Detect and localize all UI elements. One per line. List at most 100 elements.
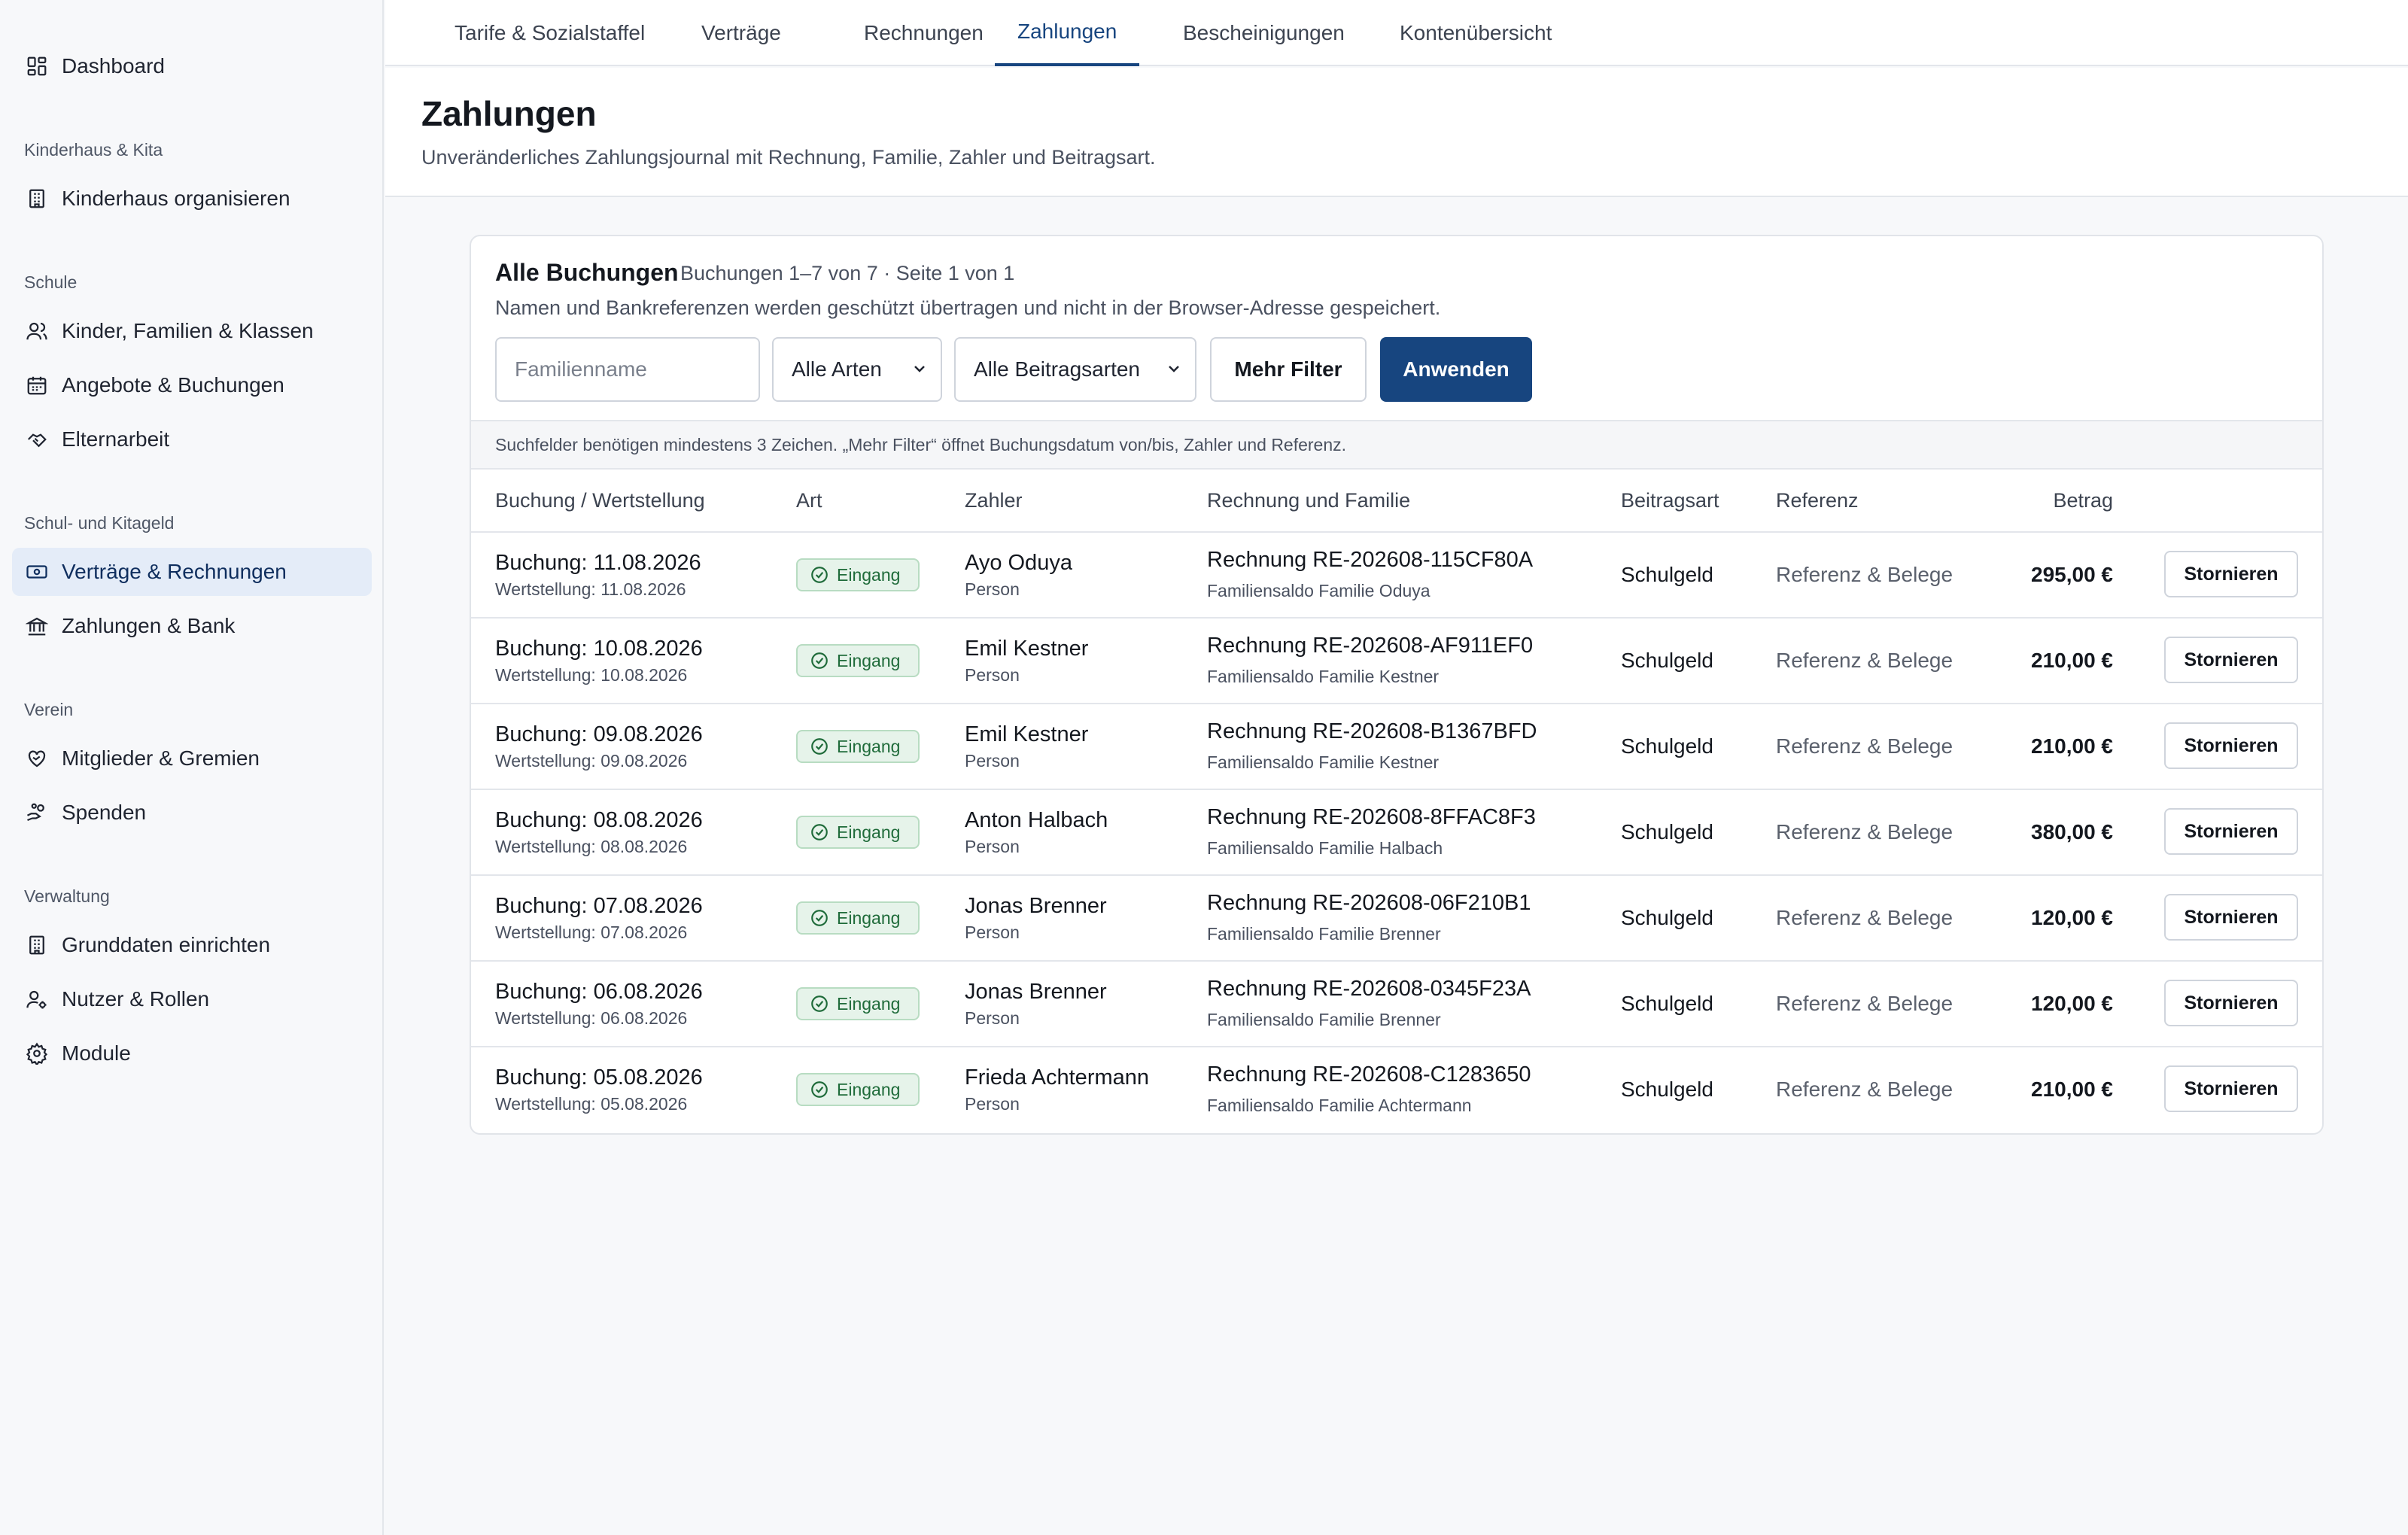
reference-link[interactable]: Referenz & Belege <box>1776 563 1953 587</box>
check-circle-icon <box>810 908 829 928</box>
fee-type-select[interactable]: Alle Beitragsarten <box>954 337 1196 402</box>
reference-link[interactable]: Referenz & Belege <box>1776 734 1953 758</box>
invoice-number[interactable]: Rechnung RE-202608-115CF80A <box>1207 548 1533 573</box>
invoice-number[interactable]: Rechnung RE-202608-0345F23A <box>1207 977 1531 1002</box>
column-header-booking: Buchung / Wertstellung <box>495 489 705 512</box>
family-balance: Familiensaldo Familie Kestner <box>1207 667 1440 686</box>
payer-name: Frieda Achtermann <box>965 1065 1150 1090</box>
invoice-number[interactable]: Rechnung RE-202608-06F210B1 <box>1207 891 1531 916</box>
sidebar-item-grunddaten[interactable]: Grunddaten einrichten <box>12 921 372 969</box>
reference-link[interactable]: Referenz & Belege <box>1776 906 1953 930</box>
apply-button[interactable]: Anwenden <box>1380 337 1532 402</box>
tab-bescheinigungen[interactable]: Bescheinigungen <box>1160 0 1367 66</box>
booking-date: Buchung: 09.08.2026 <box>495 722 703 746</box>
payer-name: Jonas Brenner <box>965 894 1107 918</box>
sidebar-item-kinderhaus[interactable]: Kinderhaus organisieren <box>12 175 372 223</box>
sidebar-item-nutzer-rollen[interactable]: Nutzer & Rollen <box>12 975 372 1023</box>
sidebar-item-label: Kinder, Familien & Klassen <box>62 319 314 342</box>
sidebar-item-dashboard[interactable]: Dashboard <box>12 42 372 90</box>
booking-date: Buchung: 05.08.2026 <box>495 1065 703 1090</box>
sidebar-item-label: Mitglieder & Gremien <box>62 746 260 770</box>
status-badge: Eingang <box>796 1073 920 1106</box>
sidebar-item-label: Angebote & Buchungen <box>62 373 284 397</box>
handshake-icon <box>26 428 48 451</box>
banknote-icon <box>26 561 48 583</box>
cancel-booking-button[interactable]: Stornieren <box>2164 1065 2298 1112</box>
sidebar-item-angebote[interactable]: Angebote & Buchungen <box>12 361 372 409</box>
dashboard-icon <box>26 55 48 78</box>
column-header-payer: Zahler <box>965 489 1023 512</box>
family-name-input[interactable]: Familienname <box>495 337 760 402</box>
family-balance: Familiensaldo Familie Brenner <box>1207 924 1441 944</box>
hand-coins-icon <box>26 801 48 824</box>
check-circle-icon <box>810 1080 829 1099</box>
heart-handshake-icon <box>26 747 48 770</box>
fee-type: Schulgeld <box>1621 649 1713 672</box>
invoice-number[interactable]: Rechnung RE-202608-B1367BFD <box>1207 719 1537 744</box>
fee-type: Schulgeld <box>1621 1078 1713 1101</box>
check-circle-icon <box>810 737 829 756</box>
table-row: Buchung: 10.08.2026 Wertstellung: 10.08.2… <box>471 617 2322 703</box>
sidebar-group-label: Verwaltung <box>24 886 110 906</box>
family-balance: Familiensaldo Familie Kestner <box>1207 752 1440 772</box>
booking-date: Buchung: 08.08.2026 <box>495 808 703 832</box>
reference-link[interactable]: Referenz & Belege <box>1776 992 1953 1016</box>
payer-name: Emil Kestner <box>965 637 1089 661</box>
payer-name: Emil Kestner <box>965 722 1089 746</box>
sidebar-item-mitglieder[interactable]: Mitglieder & Gremien <box>12 734 372 783</box>
cancel-booking-button[interactable]: Stornieren <box>2164 551 2298 597</box>
sidebar-group-label: Schule <box>24 272 78 292</box>
sidebar-item-label: Grunddaten einrichten <box>62 933 271 956</box>
type-select[interactable]: Alle Arten <box>772 337 942 402</box>
sidebar-item-vertraege-rechnungen[interactable]: Verträge & Rechnungen <box>12 548 372 596</box>
sidebar-item-zahlungen-bank[interactable]: Zahlungen & Bank <box>12 602 372 650</box>
user-cog-icon <box>26 988 48 1011</box>
fee-type: Schulgeld <box>1621 734 1713 758</box>
amount: 295,00 € <box>2031 563 2113 586</box>
reference-link[interactable]: Referenz & Belege <box>1776 1078 1953 1102</box>
cancel-booking-button[interactable]: Stornieren <box>2164 980 2298 1026</box>
check-circle-icon <box>810 651 829 670</box>
sidebar-item-label: Kinderhaus organisieren <box>62 187 290 210</box>
value-date: Wertstellung: 11.08.2026 <box>495 579 686 599</box>
invoice-number[interactable]: Rechnung RE-202608-AF911EF0 <box>1207 634 1533 658</box>
amount: 210,00 € <box>2031 1078 2113 1101</box>
cancel-booking-button[interactable]: Stornieren <box>2164 894 2298 941</box>
status-badge: Eingang <box>796 644 920 677</box>
status-badge: Eingang <box>796 987 920 1020</box>
table-row: Buchung: 06.08.2026 Wertstellung: 06.08.2… <box>471 960 2322 1046</box>
fee-type: Schulgeld <box>1621 820 1713 843</box>
family-balance: Familiensaldo Familie Halbach <box>1207 838 1443 858</box>
sidebar-item-label: Spenden <box>62 801 147 824</box>
tab-bar: Tarife & Sozialstaffel Verträge Rechnung… <box>385 0 2408 66</box>
invoice-number[interactable]: Rechnung RE-202608-C1283650 <box>1207 1062 1531 1087</box>
card-title: Alle Buchungen <box>495 259 679 286</box>
bookings-card: Alle Buchungen Buchungen 1–7 von 7 · Sei… <box>470 235 2324 1135</box>
tab-rechnungen[interactable]: Rechnungen <box>841 0 1006 66</box>
sidebar-item-spenden[interactable]: Spenden <box>12 789 372 837</box>
payer-kind: Person <box>965 579 1020 599</box>
more-filters-button[interactable]: Mehr Filter <box>1210 337 1367 402</box>
sidebar-item-module[interactable]: Module <box>12 1029 372 1078</box>
reference-link[interactable]: Referenz & Belege <box>1776 820 1953 844</box>
bank-icon <box>26 615 48 637</box>
booking-date: Buchung: 10.08.2026 <box>495 637 703 661</box>
tab-kontenuebersicht[interactable]: Kontenübersicht <box>1377 0 1574 66</box>
cancel-booking-button[interactable]: Stornieren <box>2164 808 2298 855</box>
cancel-booking-button[interactable]: Stornieren <box>2164 637 2298 683</box>
sidebar-item-elternarbeit[interactable]: Elternarbeit <box>12 415 372 464</box>
tab-vertraege[interactable]: Verträge <box>679 0 804 66</box>
payer-kind: Person <box>965 923 1020 942</box>
status-badge-label: Eingang <box>837 993 901 1014</box>
table-row: Buchung: 07.08.2026 Wertstellung: 07.08.2… <box>471 874 2322 960</box>
column-header-amount: Betrag <box>2053 489 2113 512</box>
tab-zahlungen[interactable]: Zahlungen <box>995 0 1140 66</box>
status-badge: Eingang <box>796 816 920 849</box>
sidebar-item-kinder-familien[interactable]: Kinder, Familien & Klassen <box>12 307 372 355</box>
tab-tarife[interactable]: Tarife & Sozialstaffel <box>432 0 667 66</box>
reference-link[interactable]: Referenz & Belege <box>1776 649 1953 673</box>
type-select-value: Alle Arten <box>792 357 882 381</box>
invoice-number[interactable]: Rechnung RE-202608-8FFAC8F3 <box>1207 805 1536 830</box>
payer-kind: Person <box>965 751 1020 771</box>
cancel-booking-button[interactable]: Stornieren <box>2164 722 2298 769</box>
